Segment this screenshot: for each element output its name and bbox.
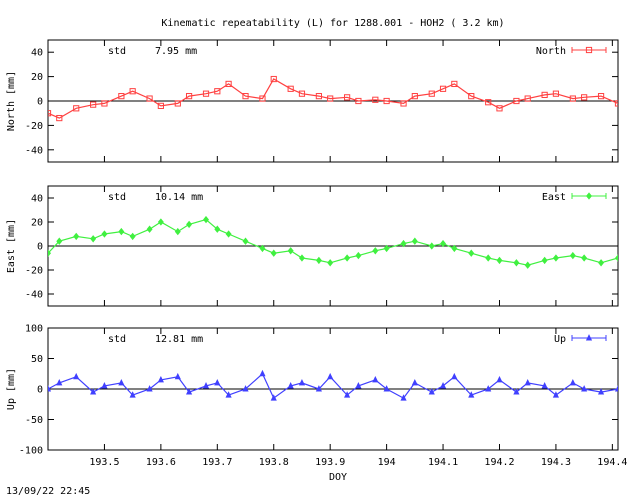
y-tick-label: -20 xyxy=(25,266,43,277)
data-point xyxy=(225,230,232,238)
data-point xyxy=(174,227,181,236)
x-tick-label: 193.6 xyxy=(146,457,176,468)
data-point xyxy=(186,220,193,229)
data-point xyxy=(315,256,322,265)
data-point xyxy=(552,391,559,398)
data-point xyxy=(524,379,531,386)
y-tick-label: -50 xyxy=(25,415,43,426)
data-point xyxy=(372,375,379,383)
chart-title: Kinematic repeatability (L) for 1288.001… xyxy=(161,18,504,29)
y-tick-label: -20 xyxy=(25,121,43,132)
panels: -40-2002040North [mm]std 7.95 mm North-40-… xyxy=(6,39,627,469)
panel-north: -40 -20 0 20 40 North [mm] std 7.95 mm North xyxy=(6,39,619,163)
data-point xyxy=(73,372,80,380)
data-point xyxy=(157,218,164,226)
data-point xyxy=(615,254,618,262)
std-label: std xyxy=(108,192,126,203)
series-east xyxy=(48,215,618,269)
data-point xyxy=(129,232,136,241)
data-point xyxy=(298,379,306,386)
data-point xyxy=(524,261,531,269)
data-point xyxy=(485,254,492,262)
y-tick-label: 40 xyxy=(31,48,43,59)
data-point xyxy=(174,372,181,380)
data-point xyxy=(428,242,435,250)
x-tick-label: 193.5 xyxy=(89,457,119,468)
std-value: 10.14 mm xyxy=(155,192,203,203)
y-tick-label: 0 xyxy=(37,385,43,396)
data-point xyxy=(214,379,221,386)
kinematic-repeatability-chart: Kinematic repeatability (L) for 1288.001… xyxy=(6,18,627,496)
std-value: 12.81 mm xyxy=(155,334,203,345)
data-point xyxy=(118,227,125,236)
y-tick-label: 50 xyxy=(31,354,43,365)
legend-label: Up xyxy=(554,334,566,345)
data-point xyxy=(90,235,97,243)
data-point xyxy=(513,259,520,267)
y-tick-label: -100 xyxy=(19,446,43,457)
std-label: std xyxy=(108,46,126,57)
x-tick-label: 194.2 xyxy=(484,457,514,468)
series-line xyxy=(48,218,618,266)
data-point xyxy=(242,237,249,245)
x-axis-label: DOY xyxy=(329,472,347,483)
timestamp: 13/09/22 22:45 xyxy=(6,486,90,496)
legend-label: East xyxy=(542,192,566,203)
legend-marker xyxy=(586,192,592,200)
data-point xyxy=(451,372,458,380)
data-point xyxy=(259,369,266,377)
data-point xyxy=(344,254,351,262)
panel-east: -40 -20 0 20 40 East [mm] std 10.14 mm East xyxy=(6,185,619,307)
data-point xyxy=(372,247,379,255)
data-point xyxy=(287,247,294,255)
data-point xyxy=(439,382,447,389)
data-point xyxy=(118,379,125,386)
data-point xyxy=(569,251,576,260)
y-tick-label: 20 xyxy=(31,218,43,229)
x-tick-label: 194.1 xyxy=(428,457,458,468)
series-up xyxy=(48,369,618,401)
data-point xyxy=(496,256,503,265)
x-tick-label: 193.8 xyxy=(259,457,289,468)
data-point xyxy=(327,372,334,380)
y-axis-label: North [mm] xyxy=(6,71,17,131)
data-point xyxy=(355,251,362,260)
y-tick-label: 0 xyxy=(37,242,43,253)
data-point xyxy=(73,232,80,241)
data-point xyxy=(468,249,475,257)
x-tick-label: 194 xyxy=(378,457,396,468)
data-point xyxy=(581,254,588,262)
y-tick-label: 0 xyxy=(37,97,43,108)
data-point xyxy=(411,379,418,386)
data-point xyxy=(270,394,277,401)
data-point xyxy=(411,237,418,245)
y-tick-label: 20 xyxy=(31,72,43,83)
data-point xyxy=(327,259,334,267)
data-point xyxy=(513,388,520,395)
y-tick-label: -40 xyxy=(25,145,43,156)
y-axis-label: Up [mm] xyxy=(6,368,17,410)
x-tick-label: 193.7 xyxy=(202,457,232,468)
std-label: std xyxy=(108,334,126,345)
data-point xyxy=(569,379,576,386)
y-axis-label: East [mm] xyxy=(6,219,17,273)
std-value: 7.95 mm xyxy=(155,46,197,57)
panel-up: -100 -50 0 50 100 193.5 193.6 193.7 193.8 193.9 19… xyxy=(6,324,627,469)
data-point xyxy=(101,230,108,238)
series-north xyxy=(48,75,618,122)
y-tick-label: -40 xyxy=(25,290,43,301)
x-tick-label: 194.3 xyxy=(541,457,571,468)
x-tick-label: 194.4 xyxy=(597,457,627,468)
data-point xyxy=(496,375,503,383)
data-point xyxy=(552,254,559,262)
data-point xyxy=(270,249,277,257)
data-point xyxy=(598,259,605,267)
data-point xyxy=(146,225,153,233)
x-tick-label: 193.9 xyxy=(315,457,345,468)
data-point xyxy=(298,254,305,262)
y-tick-label: 40 xyxy=(31,194,43,205)
legend-label: North xyxy=(536,46,566,57)
data-point xyxy=(541,256,548,265)
y-tick-label: 100 xyxy=(25,324,43,335)
